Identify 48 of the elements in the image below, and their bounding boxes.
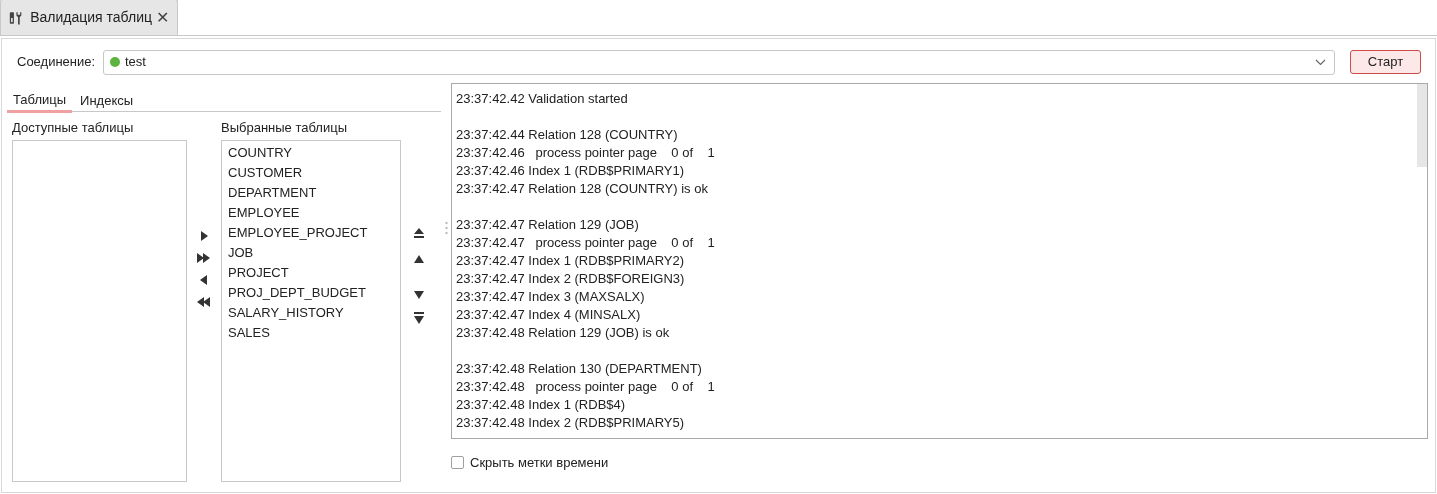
log-line: 23:37:42.47 Index 2 (RDB$FOREIGN3): [456, 270, 686, 288]
move-down-icon[interactable]: [413, 290, 425, 300]
list-item[interactable]: CUSTOMER: [222, 163, 400, 183]
connection-dropdown[interactable]: test: [103, 49, 1335, 75]
list-item[interactable]: COUNTRY: [222, 143, 400, 163]
tab[interactable]: Индексы: [74, 89, 140, 113]
log-line: 23:37:42.48 Index 1 (RDB$4): [456, 396, 627, 414]
list-title: Выбранные таблицы: [221, 119, 348, 137]
move-all-left-icon[interactable]: [196, 296, 212, 308]
log-line: 23:37:42.42 Validation started: [456, 90, 629, 108]
checkbox-label[interactable]: Скрыть метки времени: [470, 453, 609, 473]
list-item[interactable]: JOB: [222, 243, 400, 263]
list-item[interactable]: SALES: [222, 323, 400, 343]
move-right-icon[interactable]: [198, 230, 210, 242]
list-item[interactable]: EMPLOYEE_PROJECT: [222, 223, 400, 243]
list-item[interactable]: PROJ_DEPT_BUDGET: [222, 283, 400, 303]
log-line: 23:37:42.46 process pointer page 0 of 1: [456, 144, 716, 162]
list-item[interactable]: SALARY_HISTORY: [222, 303, 400, 323]
log-line: 23:37:42.46 Index 1 (RDB$PRIMARY1): [456, 162, 686, 180]
log-line: 23:37:42.48 Index 2 (RDB$PRIMARY5): [456, 414, 686, 432]
close-button[interactable]: ✕: [156, 9, 169, 26]
move-all-right-icon[interactable]: [196, 252, 212, 264]
log-line: 23:37:42.47 Index 1 (RDB$PRIMARY2): [456, 252, 686, 270]
connection-value: test: [125, 53, 146, 72]
checkbox[interactable]: [451, 456, 464, 470]
log-line: 23:37:42.47 Index 4 (MINSALX): [456, 306, 642, 324]
move-left-icon[interactable]: [198, 274, 210, 286]
start-button[interactable]: Старт: [1350, 50, 1421, 74]
log-line: 23:37:42.48 Relation 130 (DEPARTMENT): [456, 360, 703, 378]
move-up-icon[interactable]: [413, 254, 425, 264]
scrollbar[interactable]: [1417, 84, 1427, 167]
list-item[interactable]: DEPARTMENT: [222, 183, 400, 203]
tab[interactable]: Таблицы: [7, 89, 73, 113]
log-line: 23:37:42.48 Relation 129 (JOB) is ok: [456, 324, 671, 342]
list-item[interactable]: EMPLOYEE: [222, 203, 400, 223]
list-item[interactable]: PROJECT: [222, 263, 400, 283]
log-line: 23:37:42.48 process pointer page 0 of 1: [456, 378, 716, 396]
move-bottom-icon[interactable]: [413, 312, 425, 326]
log-line: 23:37:42.47 Relation 129 (JOB): [456, 216, 640, 234]
log-line: 23:37:42.47 Relation 128 (COUNTRY) is ok: [456, 180, 709, 198]
log-line: 23:37:42.47 Index 3 (MAXSALX): [456, 288, 646, 306]
connection-label: Соединение:: [16, 53, 97, 72]
list-title: Доступные таблицы: [11, 119, 135, 137]
chevron-down-icon: [1315, 58, 1326, 66]
splitter-handle-icon[interactable]: [444, 220, 448, 235]
log-line: 23:37:42.44 Relation 128 (COUNTRY): [456, 126, 679, 144]
tab-title[interactable]: Валидация таблиц: [30, 7, 152, 28]
log-line: 23:37:42.47 process pointer page 0 of 1: [456, 234, 716, 252]
